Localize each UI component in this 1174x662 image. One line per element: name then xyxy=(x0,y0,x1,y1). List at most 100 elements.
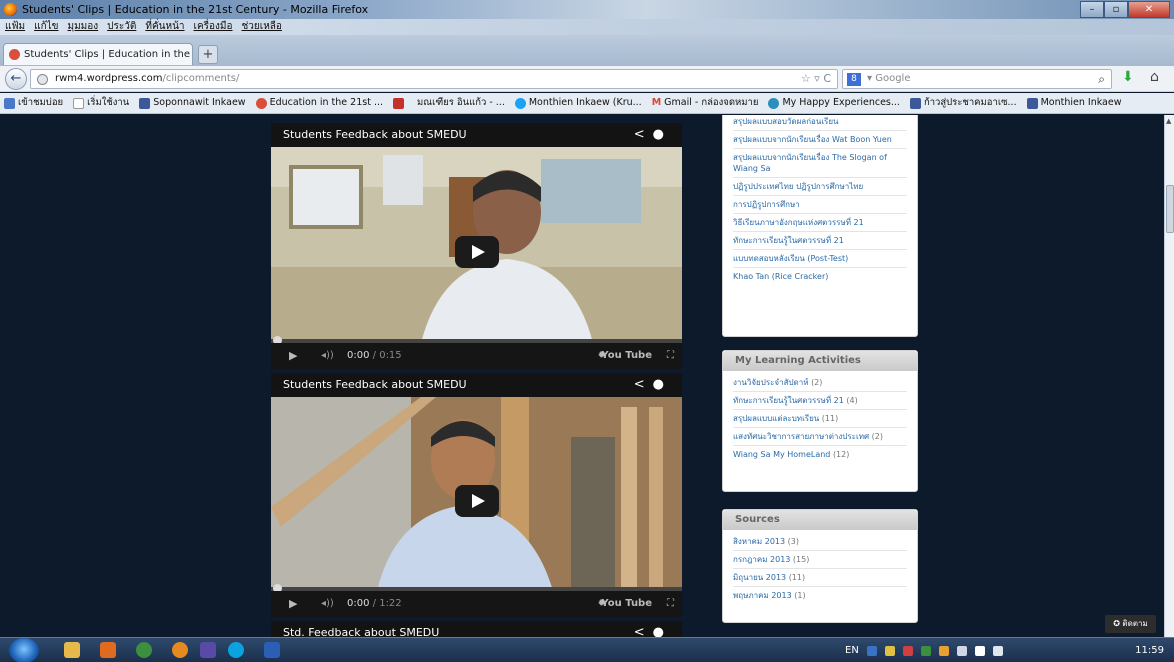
play-icon[interactable]: ▶ xyxy=(289,343,297,369)
video-player[interactable]: Std. Feedback about SMEDU <● xyxy=(271,621,682,637)
play-icon[interactable]: ▶ xyxy=(289,591,297,617)
menu-edit[interactable]: แก้ไข xyxy=(34,19,58,35)
search-placeholder: ▾ Google xyxy=(867,73,911,84)
flag-icon[interactable] xyxy=(974,646,985,656)
bookmark-item[interactable]: Monthien Inkaew xyxy=(1026,93,1122,113)
video-title[interactable]: Std. Feedback about SMEDU xyxy=(283,626,439,637)
menu-bookmarks[interactable]: ที่คั่นหน้า xyxy=(145,19,184,35)
file-explorer-icon[interactable] xyxy=(64,642,80,658)
info-icon[interactable]: ● xyxy=(653,625,672,637)
play-button[interactable] xyxy=(454,485,499,517)
recent-post-link[interactable]: แบบทดสอบหลังเรียน (Post-Test) xyxy=(733,250,907,268)
close-button[interactable]: ✕ xyxy=(1128,1,1170,18)
volume-icon[interactable]: ◂)) xyxy=(321,343,334,369)
menu-file[interactable]: แฟ้ม xyxy=(5,19,25,35)
language-indicator[interactable]: EN xyxy=(845,638,859,662)
archive-link[interactable]: สิงหาคม 2013 (3) xyxy=(733,533,907,551)
scroll-up-icon[interactable]: ▲ xyxy=(1166,117,1171,125)
star-icon[interactable]: ☆ xyxy=(801,72,811,85)
minimize-button[interactable]: – xyxy=(1080,1,1104,18)
category-link[interactable]: แสงทัศนะวิชาการสายภาษาต่างประเทศ (2) xyxy=(733,428,907,446)
bookmark-item[interactable]: เริ่มใช้งาน xyxy=(73,93,129,113)
menu-history[interactable]: ประวัติ xyxy=(107,19,136,35)
tab-students-clips[interactable]: Students' Clips | Education in the 21st … xyxy=(3,43,193,65)
bookmark-item[interactable]: Monthien Inkaew (Kru... xyxy=(514,93,642,113)
share-icon[interactable]: < xyxy=(634,127,653,142)
video-player[interactable]: Students Feedback about SMEDU <● ▶ ◂)) 0… xyxy=(271,373,682,617)
search-engine-icon[interactable]: 8 xyxy=(847,73,861,86)
speaker-icon[interactable] xyxy=(992,646,1003,656)
recent-post-link[interactable]: สรุปผลแบบจากนักเรียนเรื่อง The Slogan of… xyxy=(733,149,907,178)
chrome-icon[interactable] xyxy=(136,642,152,658)
fullscreen-icon[interactable]: ⛶ xyxy=(667,591,674,617)
reload-icon[interactable]: C xyxy=(823,72,831,85)
home-icon[interactable]: ⌂ xyxy=(1150,69,1159,85)
page-scrollbar[interactable]: ▲ xyxy=(1164,115,1174,637)
new-tab-button[interactable]: + xyxy=(198,45,218,64)
app-icon[interactable] xyxy=(200,642,216,658)
category-link[interactable]: สรุปผลแบบแต่ละบทเรียน (11) xyxy=(733,410,907,428)
video-player[interactable]: Students Feedback about SMEDU <● ▶ ◂)) 0… xyxy=(271,123,682,369)
youtube-logo-icon[interactable]: You Tube xyxy=(601,591,652,617)
info-icon[interactable]: ● xyxy=(653,377,672,392)
bookmark-item[interactable] xyxy=(393,93,407,113)
youtube-logo-icon[interactable]: You Tube xyxy=(601,343,652,369)
recent-post-link[interactable]: สรุปผลแบบสอบวัดผลก่อนเรียน xyxy=(733,115,907,131)
play-button[interactable] xyxy=(454,236,499,268)
media-player-icon[interactable] xyxy=(100,642,116,658)
skype-icon[interactable] xyxy=(228,642,244,658)
follow-button[interactable]: ✪ ติดตาม xyxy=(1105,615,1156,633)
scrollbar-thumb[interactable] xyxy=(1166,185,1174,233)
bookmark-item[interactable]: M Gmail - กล่องจดหมาย xyxy=(652,93,759,113)
tray-icon[interactable] xyxy=(920,646,931,656)
tray-icon[interactable] xyxy=(938,646,949,656)
fullscreen-icon[interactable]: ⛶ xyxy=(667,343,674,369)
dropdown-icon[interactable]: ▿ xyxy=(814,72,820,85)
tray-icon[interactable] xyxy=(884,646,895,656)
network-icon[interactable] xyxy=(956,646,967,656)
bookmark-item[interactable]: ก้าวสู่ประชาคมอาเซ... xyxy=(909,93,1017,113)
bookmark-item[interactable]: My Happy Experiences... xyxy=(768,93,900,113)
info-icon[interactable]: ● xyxy=(653,127,672,142)
search-icon[interactable]: ⌕ xyxy=(1098,70,1105,88)
clock[interactable]: 11:59 xyxy=(1135,638,1164,662)
category-link[interactable]: งานวิจัยประจำสัปดาห์ (2) xyxy=(733,374,907,392)
recent-post-link[interactable]: Khao Tan (Rice Cracker) xyxy=(733,268,907,285)
menu-view[interactable]: มุมมอง xyxy=(68,19,99,35)
bookmark-item[interactable]: มณเฑียร อินแก้ว - ... xyxy=(417,93,505,113)
download-icon[interactable]: ⬇ xyxy=(1122,69,1134,85)
bookmark-item[interactable]: เข้าชมบ่อย xyxy=(4,93,63,113)
recent-post-link[interactable]: วิธีเรียนภาษาอังกฤษแห่งศตวรรษที่ 21 xyxy=(733,214,907,232)
menu-help[interactable]: ช่วยเหลือ xyxy=(242,19,282,35)
asean-icon xyxy=(909,97,921,109)
recent-post-link[interactable]: ปฏิรูปประเทศไทย ปฏิรูปการศึกษาไทย xyxy=(733,178,907,196)
tray-icon[interactable] xyxy=(866,646,877,656)
bookmark-item[interactable]: Education in the 21st ... xyxy=(255,93,383,113)
recent-post-link[interactable]: การปฏิรูปการศึกษา xyxy=(733,196,907,214)
archive-link[interactable]: พฤษภาคม 2013 (1) xyxy=(733,587,907,604)
recent-post-link[interactable]: ทักษะการเรียนรู้ในศตวรรษที่ 21 xyxy=(733,232,907,250)
start-button[interactable] xyxy=(9,638,39,662)
category-link[interactable]: ทักษะการเรียนรู้ในศตวรรษที่ 21 (4) xyxy=(733,392,907,410)
tray-icon[interactable] xyxy=(902,646,913,656)
volume-icon[interactable]: ◂)) xyxy=(321,591,334,617)
search-bar[interactable]: 8 ▾ Google ⌕ xyxy=(842,69,1112,89)
url-bar[interactable]: rwm4.wordpress.com/clipcomments/ ☆ ▿ C xyxy=(30,69,838,89)
word-icon[interactable] xyxy=(264,642,280,658)
bookmark-item[interactable]: Soponnawit Inkaew xyxy=(139,93,246,113)
video-title[interactable]: Students Feedback about SMEDU xyxy=(283,378,467,391)
window-titlebar: Students' Clips | Education in the 21st … xyxy=(0,0,1174,19)
firefox-taskbar-icon[interactable] xyxy=(172,642,188,658)
menu-tools[interactable]: เครื่องมือ xyxy=(194,19,233,35)
share-icon[interactable]: < xyxy=(634,377,653,392)
archive-link[interactable]: มิถุนายน 2013 (11) xyxy=(733,569,907,587)
archive-link[interactable]: กรกฎาคม 2013 (15) xyxy=(733,551,907,569)
maximize-button[interactable]: ▫ xyxy=(1104,1,1128,18)
video-title[interactable]: Students Feedback about SMEDU xyxy=(283,128,467,141)
category-link[interactable]: Wiang Sa My HomeLand (12) xyxy=(733,446,907,463)
wordpress-icon xyxy=(255,97,267,109)
back-button[interactable]: ← xyxy=(5,68,27,90)
url-text[interactable]: rwm4.wordpress.com/clipcomments/ xyxy=(55,70,239,88)
share-icon[interactable]: < xyxy=(634,625,653,637)
recent-post-link[interactable]: สรุปผลแบบจากนักเรียนเรื่อง Wat Boon Yuen xyxy=(733,131,907,149)
